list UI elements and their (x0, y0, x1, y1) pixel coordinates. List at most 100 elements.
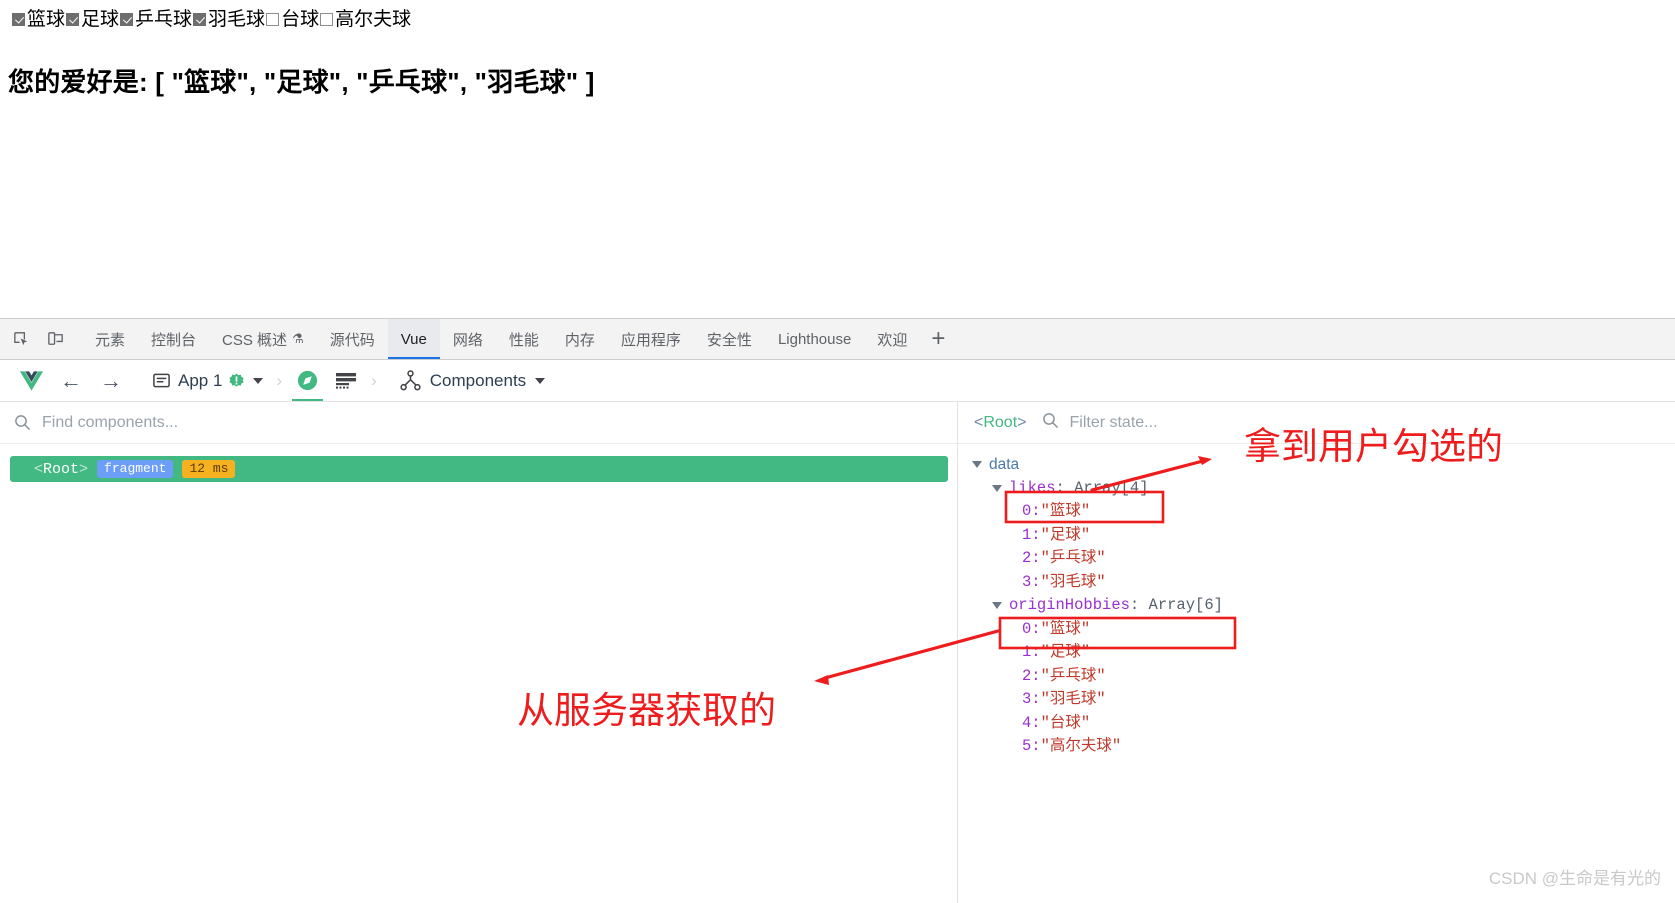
web-page-viewport: 篮球 足球 乒乓球 羽毛球 台球 高尔夫球 您的爱好是: [ "篮球", "足球", "乒… (0, 0, 1675, 318)
device-toolbar-icon[interactable] (38, 319, 72, 359)
hobby-result-text: 您的爱好是: [ "篮球", "足球", "乒乓球", "羽毛球" ] (8, 67, 595, 97)
inspect-element-icon[interactable] (4, 319, 38, 359)
expand-caret-icon[interactable] (992, 602, 1002, 610)
state-array-value: "高尔夫球" (1040, 737, 1122, 755)
component-tag-fragment: fragment (97, 460, 174, 478)
filter-search-icon[interactable] (1042, 412, 1059, 434)
add-panel-button[interactable]: + (920, 319, 956, 359)
devtools-tab-安全性[interactable]: 安全性 (694, 319, 765, 359)
state-array-value: "台球" (1040, 713, 1091, 732)
state-entry-type: : Array[6] (1129, 596, 1223, 614)
expand-caret-icon[interactable] (972, 461, 982, 469)
checkbox-checked-icon[interactable] (193, 13, 207, 26)
hobby-checkbox-label: 乒乓球 (135, 9, 193, 30)
devtools-tabbar: 元素 控制台 CSS 概述 ⚗ 源代码 Vue 网络 性能 内存 应用程序 安全性 Lighthous… (0, 319, 1675, 360)
devtools-tab-网络[interactable]: 网络 (440, 319, 496, 359)
state-section-label: data (989, 456, 1020, 473)
hobby-checkbox-4[interactable]: 台球 (266, 10, 319, 29)
state-array-index: 1: (1022, 525, 1041, 544)
back-button[interactable]: ← (51, 369, 91, 392)
devtools-tab-label: 安全性 (706, 331, 752, 349)
app-selector-caret-icon[interactable] (253, 377, 264, 384)
state-array-value: "羽毛球" (1040, 690, 1106, 708)
devtools-tab-label: 性能 (508, 331, 539, 349)
state-array-item[interactable]: 1: "足球" (958, 524, 1675, 548)
devtools-tab-内存[interactable]: 内存 (552, 319, 608, 359)
state-array-value: "篮球" (1040, 619, 1091, 638)
hobby-checkbox-1[interactable]: 足球 (66, 10, 119, 29)
component-state-pane: <Root> Filter state... data likes: Array[… (958, 402, 1675, 903)
components-caret-icon[interactable] (535, 377, 546, 384)
devtools-tab-label: Lighthouse (777, 330, 852, 348)
hobby-checkbox-group[interactable]: 篮球 足球 乒乓球 羽毛球 台球 高尔夫球 (12, 10, 412, 29)
warning-badge-icon (228, 373, 245, 389)
app-window-icon (153, 373, 170, 388)
breadcrumb-chevron-icon-2: › (371, 370, 377, 390)
hobby-checkbox-2[interactable]: 乒乓球 (120, 10, 192, 29)
state-array-value: "篮球" (1040, 502, 1091, 520)
breadcrumb-chevron-icon: › (276, 370, 283, 390)
state-array-item[interactable]: 4: "台球" (958, 712, 1675, 736)
devtools-panel: 元素 控制台 CSS 概述 ⚗ 源代码 Vue 网络 性能 内存 应用程序 安全性 Lighthous… (0, 318, 1675, 903)
state-array-index: 3: (1022, 690, 1041, 708)
state-array-item[interactable]: 2: "乒乓球" (958, 665, 1675, 689)
state-array-item[interactable]: 3: "羽毛球" (958, 688, 1675, 712)
devtools-tab-label: 网络 (452, 331, 483, 349)
forward-button[interactable]: → (91, 369, 131, 392)
state-array-index: 0: (1022, 619, 1041, 638)
state-array-item[interactable]: 3: "羽毛球" (958, 571, 1675, 595)
hobby-checkbox-5[interactable]: 高尔夫球 (320, 10, 411, 29)
devtools-tab-性能[interactable]: 性能 (496, 319, 552, 359)
devtools-tab-label: 源代码 (329, 331, 375, 349)
experimental-beaker-icon: ⚗ (292, 331, 304, 346)
state-array-item[interactable]: 0: "篮球" (958, 500, 1675, 524)
devtools-tab-label: Vue (400, 330, 427, 348)
state-entry-type: : Array[4] (1055, 478, 1149, 497)
hobby-checkbox-label: 足球 (81, 9, 120, 30)
devtools-tab-CSS 概述[interactable]: CSS 概述 ⚗ (209, 319, 317, 359)
components-tab-label: Components (429, 370, 527, 390)
hobby-checkbox-label: 篮球 (27, 9, 66, 30)
devtools-tab-label: 元素 (95, 331, 126, 349)
tabbar-divider (72, 319, 82, 359)
component-tree-row-root[interactable]: <Root> fragment 12 ms (10, 456, 948, 482)
state-section-data[interactable]: data (958, 453, 1675, 477)
state-array-index: 2: (1022, 666, 1041, 685)
components-tab-selector[interactable]: Components (393, 360, 552, 401)
hobby-checkbox-3[interactable]: 羽毛球 (193, 10, 265, 29)
app-selector[interactable]: App 1 (145, 360, 270, 401)
devtools-tab-label: 内存 (564, 331, 595, 349)
state-entry-originHobbies[interactable]: originHobbies: Array[6] (958, 594, 1675, 618)
vue-devtools-toolbar: ← → App 1 › › Components (0, 360, 1675, 402)
filter-state-placeholder: Filter state... (1069, 413, 1158, 431)
devtools-tab-源代码[interactable]: 源代码 (317, 319, 388, 359)
state-array-item[interactable]: 2: "乒乓球" (958, 547, 1675, 571)
state-array-index: 3: (1022, 572, 1041, 591)
checkbox-checked-icon[interactable] (12, 13, 25, 26)
devtools-tab-欢迎[interactable]: 欢迎 (864, 319, 920, 359)
checkbox-unchecked-icon[interactable] (266, 13, 280, 26)
vue-tab-timeline-icon[interactable] (327, 360, 365, 401)
checkbox-checked-icon[interactable] (66, 13, 80, 26)
devtools-tab-控制台[interactable]: 控制台 (138, 319, 209, 359)
state-entry-likes[interactable]: likes: Array[4] (958, 477, 1675, 501)
state-array-item[interactable]: 1: "足球" (958, 641, 1675, 665)
expand-caret-icon[interactable] (992, 484, 1002, 492)
hobby-checkbox-0[interactable]: 篮球 (12, 10, 65, 29)
devtools-tab-应用程序[interactable]: 应用程序 (608, 319, 694, 359)
checkbox-unchecked-icon[interactable] (320, 13, 334, 26)
csdn-watermark: CSDN @生命是有光的 (1488, 869, 1661, 888)
find-components-placeholder: Find components... (42, 413, 179, 431)
devtools-tab-元素[interactable]: 元素 (82, 319, 138, 359)
component-root-name: <Root> (34, 460, 89, 478)
vue-tab-components-icon[interactable] (288, 360, 327, 401)
state-array-value: "足球" (1040, 525, 1091, 544)
devtools-tab-Lighthouse[interactable]: Lighthouse (765, 319, 864, 359)
state-array-item[interactable]: 5: "高尔夫球" (958, 735, 1675, 759)
find-components-searchbar[interactable]: Find components... (0, 402, 957, 444)
devtools-tab-Vue[interactable]: Vue (387, 319, 441, 359)
component-tree-list: <Root> fragment 12 ms (0, 444, 957, 903)
state-breadcrumb: <Root> (974, 413, 1027, 431)
state-array-item[interactable]: 0: "篮球" (958, 618, 1675, 642)
checkbox-checked-icon[interactable] (120, 13, 134, 26)
